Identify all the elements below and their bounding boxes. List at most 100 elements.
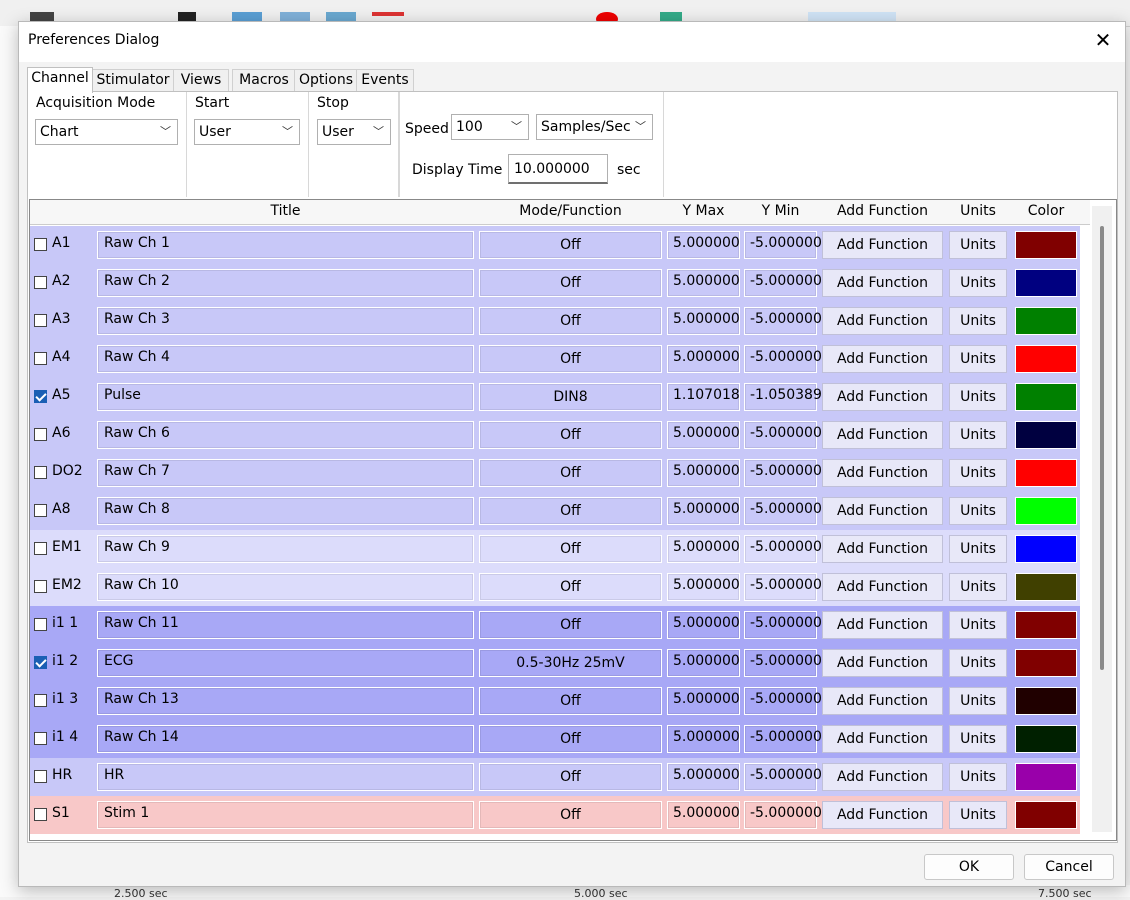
display-time-input[interactable]: 10.000000 xyxy=(508,154,608,184)
mode-function-field[interactable]: Off xyxy=(479,535,662,563)
mode-function-field[interactable]: Off xyxy=(479,573,662,601)
channel-title-field[interactable]: HR xyxy=(97,763,474,791)
add-function-button[interactable]: Add Function xyxy=(822,307,943,335)
ymax-field[interactable]: 5.000000 xyxy=(667,307,740,335)
close-icon[interactable]: ✕ xyxy=(1091,28,1115,52)
units-button[interactable]: Units xyxy=(949,611,1007,639)
add-function-button[interactable]: Add Function xyxy=(822,687,943,715)
color-swatch[interactable] xyxy=(1015,497,1077,525)
add-function-button[interactable]: Add Function xyxy=(822,459,943,487)
units-button[interactable]: Units xyxy=(949,763,1007,791)
add-function-button[interactable]: Add Function xyxy=(822,573,943,601)
color-swatch[interactable] xyxy=(1015,459,1077,487)
ymin-field[interactable]: -5.000000 xyxy=(744,307,822,335)
add-function-button[interactable]: Add Function xyxy=(822,345,943,373)
channel-checkbox[interactable] xyxy=(34,390,47,403)
channel-checkbox[interactable] xyxy=(34,656,47,669)
ymax-field[interactable]: 5.000000 xyxy=(667,421,740,449)
channel-checkbox[interactable] xyxy=(34,428,47,441)
ymax-field[interactable]: 1.107018 xyxy=(667,383,740,411)
ymax-field[interactable]: 5.000000 xyxy=(667,611,740,639)
channel-title-field[interactable]: Raw Ch 6 xyxy=(97,421,474,449)
tab-stimulator[interactable]: Stimulator xyxy=(91,69,175,92)
channel-title-field[interactable]: Raw Ch 2 xyxy=(97,269,474,297)
mode-function-field[interactable]: Off xyxy=(479,801,662,829)
color-swatch[interactable] xyxy=(1015,535,1077,563)
add-function-button[interactable]: Add Function xyxy=(822,231,943,259)
speed-unit-select[interactable]: Samples/Sec ﹀ xyxy=(536,114,653,140)
channel-checkbox[interactable] xyxy=(34,504,47,517)
color-swatch[interactable] xyxy=(1015,231,1077,259)
channel-title-field[interactable]: Raw Ch 9 xyxy=(97,535,474,563)
ymax-field[interactable]: 5.000000 xyxy=(667,345,740,373)
ymin-field[interactable]: -5.000000 xyxy=(744,611,822,639)
ymax-field[interactable]: 5.000000 xyxy=(667,269,740,297)
ymin-field[interactable]: -5.000000 xyxy=(744,497,822,525)
tab-channel[interactable]: Channel xyxy=(27,67,93,93)
color-swatch[interactable] xyxy=(1015,611,1077,639)
channel-checkbox[interactable] xyxy=(34,276,47,289)
channel-title-field[interactable]: ECG xyxy=(97,649,474,677)
ymax-field[interactable]: 5.000000 xyxy=(667,231,740,259)
channel-title-field[interactable]: Raw Ch 3 xyxy=(97,307,474,335)
color-swatch[interactable] xyxy=(1015,763,1077,791)
units-button[interactable]: Units xyxy=(949,231,1007,259)
channel-checkbox[interactable] xyxy=(34,770,47,783)
color-swatch[interactable] xyxy=(1015,801,1077,829)
add-function-button[interactable]: Add Function xyxy=(822,611,943,639)
add-function-button[interactable]: Add Function xyxy=(822,725,943,753)
channel-title-field[interactable]: Raw Ch 8 xyxy=(97,497,474,525)
add-function-button[interactable]: Add Function xyxy=(822,269,943,297)
channel-checkbox[interactable] xyxy=(34,314,47,327)
units-button[interactable]: Units xyxy=(949,573,1007,601)
tab-views[interactable]: Views xyxy=(173,69,229,92)
mode-function-field[interactable]: Off xyxy=(479,269,662,297)
ymin-field[interactable]: -5.000000 xyxy=(744,459,822,487)
ymin-field[interactable]: -5.000000 xyxy=(744,649,822,677)
color-swatch[interactable] xyxy=(1015,687,1077,715)
ymin-field[interactable]: -5.000000 xyxy=(744,725,822,753)
channel-checkbox[interactable] xyxy=(34,618,47,631)
units-button[interactable]: Units xyxy=(949,421,1007,449)
stop-select[interactable]: User ﹀ xyxy=(317,119,391,145)
add-function-button[interactable]: Add Function xyxy=(822,535,943,563)
ymin-field[interactable]: -1.050389 xyxy=(744,383,822,411)
ymin-field[interactable]: -5.000000 xyxy=(744,269,822,297)
mode-function-field[interactable]: Off xyxy=(479,459,662,487)
ymax-field[interactable]: 5.000000 xyxy=(667,535,740,563)
channel-checkbox[interactable] xyxy=(34,580,47,593)
color-swatch[interactable] xyxy=(1015,307,1077,335)
tab-options[interactable]: Options xyxy=(294,69,358,92)
channel-title-field[interactable]: Raw Ch 10 xyxy=(97,573,474,601)
scrollbar-thumb[interactable] xyxy=(1100,226,1104,670)
ymax-field[interactable]: 5.000000 xyxy=(667,497,740,525)
channel-checkbox[interactable] xyxy=(34,808,47,821)
mode-function-field[interactable]: Off xyxy=(479,687,662,715)
ymax-field[interactable]: 5.000000 xyxy=(667,763,740,791)
channel-checkbox[interactable] xyxy=(34,542,47,555)
ymax-field[interactable]: 5.000000 xyxy=(667,459,740,487)
units-button[interactable]: Units xyxy=(949,535,1007,563)
ymin-field[interactable]: -5.000000 xyxy=(744,535,822,563)
units-button[interactable]: Units xyxy=(949,345,1007,373)
channel-title-field[interactable]: Raw Ch 4 xyxy=(97,345,474,373)
mode-function-field[interactable]: Off xyxy=(479,345,662,373)
mode-function-field[interactable]: Off xyxy=(479,611,662,639)
channel-title-field[interactable]: Raw Ch 1 xyxy=(97,231,474,259)
channel-title-field[interactable]: Raw Ch 13 xyxy=(97,687,474,715)
channel-checkbox[interactable] xyxy=(34,466,47,479)
ymin-field[interactable]: -5.000000 xyxy=(744,345,822,373)
mode-function-field[interactable]: 0.5-30Hz 25mV xyxy=(479,649,662,677)
mode-function-field[interactable]: Off xyxy=(479,497,662,525)
tab-macros[interactable]: Macros xyxy=(232,69,296,92)
channel-title-field[interactable]: Raw Ch 14 xyxy=(97,725,474,753)
channel-title-field[interactable]: Raw Ch 7 xyxy=(97,459,474,487)
vertical-scrollbar[interactable] xyxy=(1092,206,1112,832)
channel-checkbox[interactable] xyxy=(34,352,47,365)
ymin-field[interactable]: -5.000000 xyxy=(744,763,822,791)
add-function-button[interactable]: Add Function xyxy=(822,763,943,791)
mode-function-field[interactable]: Off xyxy=(479,725,662,753)
channel-title-field[interactable]: Pulse xyxy=(97,383,474,411)
ymax-field[interactable]: 5.000000 xyxy=(667,801,740,829)
units-button[interactable]: Units xyxy=(949,307,1007,335)
